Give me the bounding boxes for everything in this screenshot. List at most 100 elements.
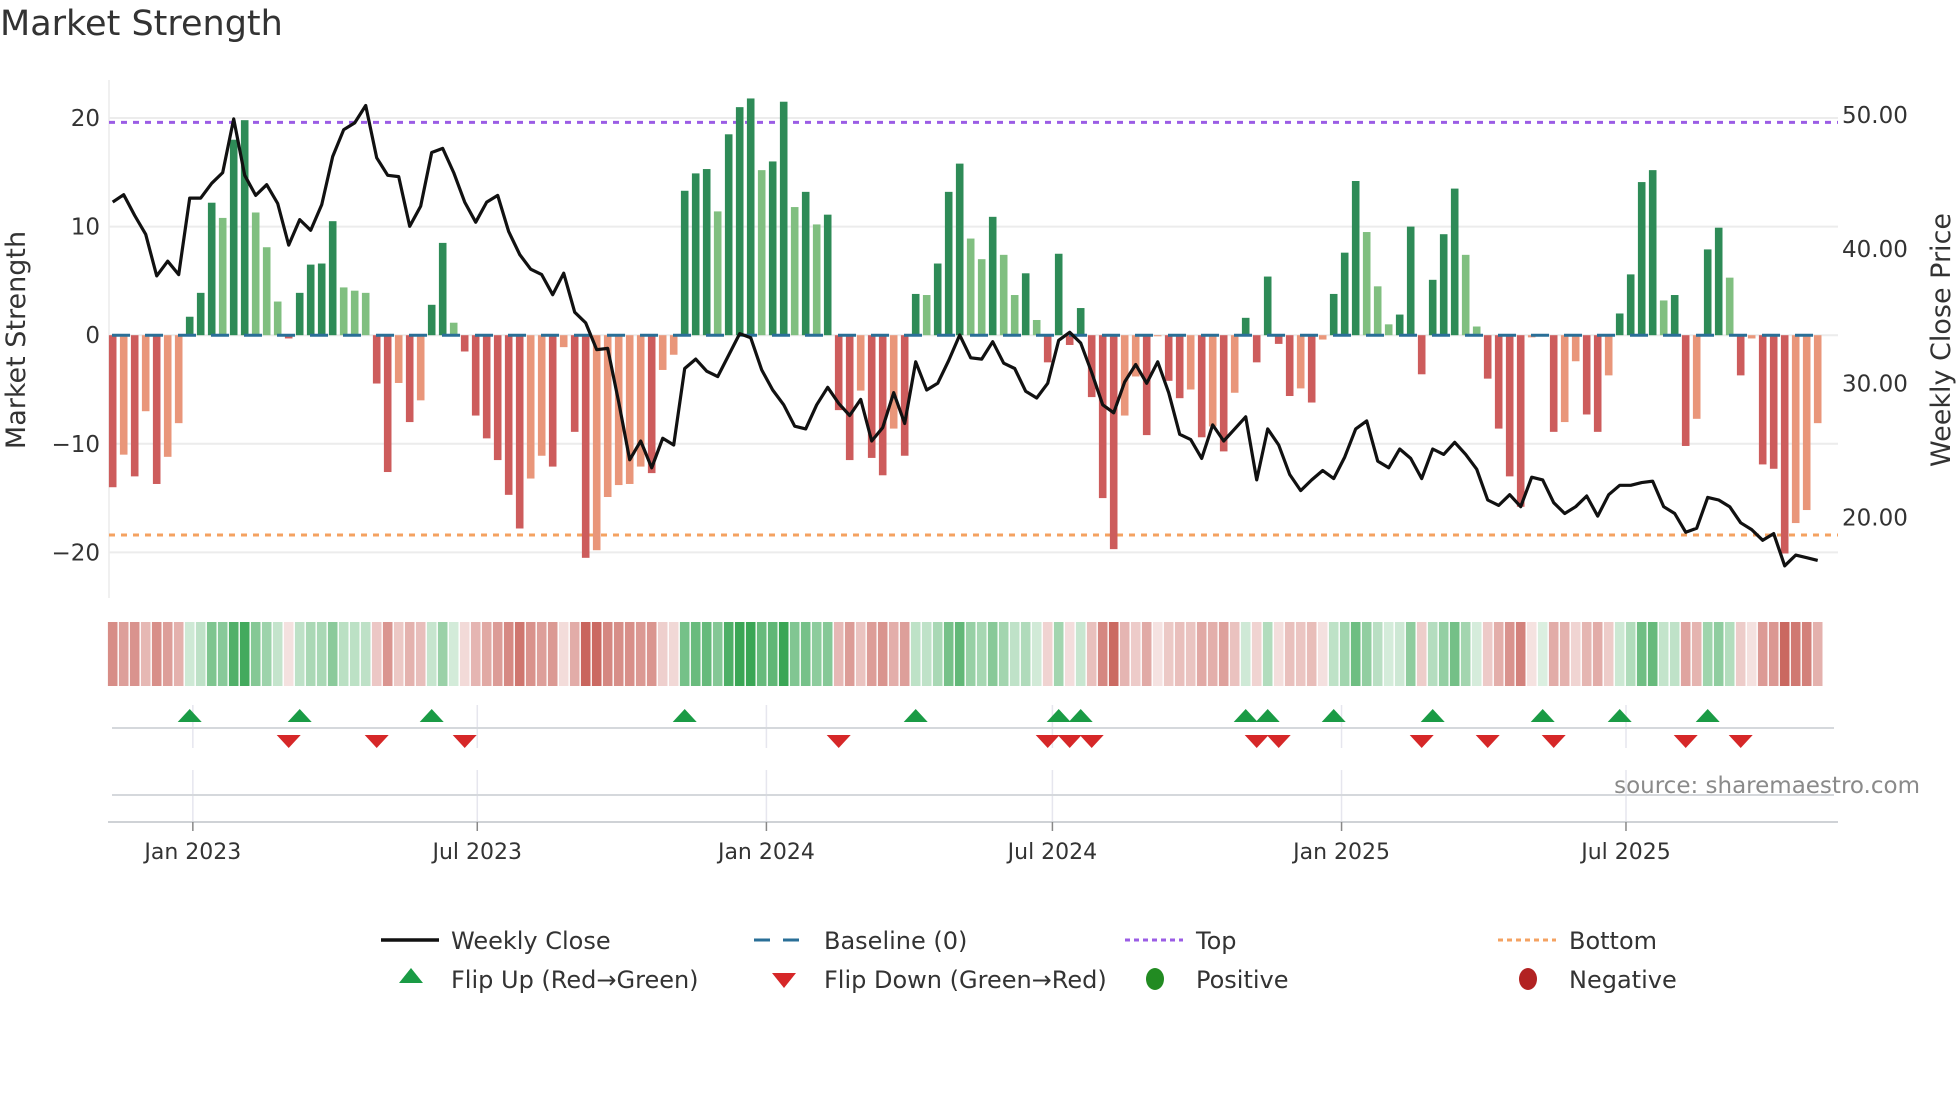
flip-down-marker — [1409, 735, 1434, 748]
heat-strip-cell — [481, 622, 492, 686]
heat-strip-cell — [1658, 622, 1669, 686]
heat-strip-cell — [679, 622, 690, 686]
heat-strip-cell — [547, 622, 558, 686]
heat-strip-cell — [1295, 622, 1306, 686]
heat-strip-cell — [206, 622, 217, 686]
y-tick-label: 20 — [71, 106, 100, 132]
heat-strip-cell — [1416, 622, 1427, 686]
strength-bar — [383, 335, 392, 473]
heat-strip-cell — [129, 622, 140, 686]
market-strength-chart: 20 10 0 −10 −20 50.00 40.00 30.00 20.00 Market St… — [1, 80, 1957, 994]
heat-strip-cell — [261, 622, 272, 686]
strength-bar — [1780, 335, 1789, 554]
flip-down-marker — [1266, 735, 1291, 748]
strength-bar — [471, 335, 480, 416]
heat-strip-cell — [228, 622, 239, 686]
heat-strip-cell — [1394, 622, 1405, 686]
heat-strip-cell — [525, 622, 536, 686]
heat-strip-cell — [954, 622, 965, 686]
strength-bar — [1252, 335, 1261, 363]
strength-bar — [1197, 335, 1206, 438]
flip-down-marker — [1728, 735, 1753, 748]
x-tick-label: Jul 2024 — [1006, 840, 1098, 865]
heat-strip-cell — [1328, 622, 1339, 686]
strength-bar — [405, 335, 414, 423]
strength-bar — [1241, 317, 1250, 336]
strength-bar — [1175, 335, 1184, 399]
heat-strip-cell — [1482, 622, 1493, 686]
heat-strip-cell — [1493, 622, 1504, 686]
strength-bar — [317, 263, 326, 336]
triangle-down-icon — [772, 973, 796, 988]
heat-strip-cell — [1592, 622, 1603, 686]
heat-strip-cell — [943, 622, 954, 686]
flip-up-marker — [1233, 709, 1258, 722]
strength-bar — [592, 335, 601, 551]
y2-tick-label: 20.00 — [1842, 505, 1908, 531]
heat-strip-cell — [1570, 622, 1581, 686]
heat-strip-cell — [1020, 622, 1031, 686]
heat-strip-cell — [1229, 622, 1240, 686]
heat-strip-cell — [767, 622, 778, 686]
strength-bar — [449, 322, 458, 336]
heat-strip-cell — [580, 622, 591, 686]
flip-up-marker — [287, 709, 312, 722]
strength-bar — [1736, 335, 1745, 376]
strength-bar — [1142, 335, 1151, 436]
heat-strip-cell — [888, 622, 899, 686]
heat-strip-cell — [723, 622, 734, 686]
y-axis-label: Market Strength — [1, 231, 32, 449]
flip-down-marker — [826, 735, 851, 748]
strength-bar — [152, 335, 161, 484]
strength-bar — [394, 335, 403, 383]
strength-bar — [680, 190, 689, 336]
strength-bar — [1758, 335, 1767, 465]
strength-bar — [328, 221, 337, 336]
heat-strip-cell — [998, 622, 1009, 686]
strength-bar — [526, 335, 535, 479]
heat-strip-cell — [1691, 622, 1702, 686]
strength-bar — [1769, 335, 1778, 469]
heat-strip-cell — [569, 622, 580, 686]
strength-bar — [1032, 319, 1041, 336]
strength-bar — [548, 335, 557, 467]
flip-up-marker — [1530, 709, 1555, 722]
heat-strip-cell — [1636, 622, 1647, 686]
flip-down-marker — [1673, 735, 1698, 748]
flip-up-marker — [1607, 709, 1632, 722]
strength-bar — [1494, 335, 1503, 429]
heat-strip-cell — [459, 622, 470, 686]
strength-bar — [1483, 335, 1492, 379]
strength-bar — [713, 211, 722, 336]
strength-bar — [537, 335, 546, 456]
legend-label: Weekly Close — [451, 927, 611, 955]
strength-bar — [900, 335, 909, 456]
y-tick-label: 0 — [85, 323, 100, 349]
strength-bar — [1406, 226, 1415, 336]
strength-bar — [1329, 293, 1338, 336]
legend-label: Negative — [1569, 966, 1677, 994]
strength-bar — [350, 290, 359, 336]
strength-bar — [438, 242, 447, 336]
strength-bar — [1384, 324, 1393, 336]
heat-strip-cell — [448, 622, 459, 686]
strength-bar — [1571, 335, 1580, 362]
flip-down-marker — [1541, 735, 1566, 748]
heat-strip-cell — [470, 622, 481, 686]
flip-down-marker — [364, 735, 389, 748]
strength-bar — [1307, 335, 1316, 403]
heat-strip-cell — [536, 622, 547, 686]
strength-bar — [1505, 335, 1514, 477]
heat-strip-cell — [1559, 622, 1570, 686]
heat-strip-cell — [987, 622, 998, 686]
legend-label: Bottom — [1569, 927, 1657, 955]
triangle-up-icon — [399, 968, 423, 983]
strength-bar — [1582, 335, 1591, 415]
heat-strip-cell — [1713, 622, 1724, 686]
strength-bar — [746, 98, 755, 336]
heat-strip-cell — [965, 622, 976, 686]
strength-bar — [1747, 335, 1756, 339]
heat-strip-cell — [1042, 622, 1053, 686]
strength-bar — [1186, 335, 1195, 390]
heat-strip-cell — [1383, 622, 1394, 686]
